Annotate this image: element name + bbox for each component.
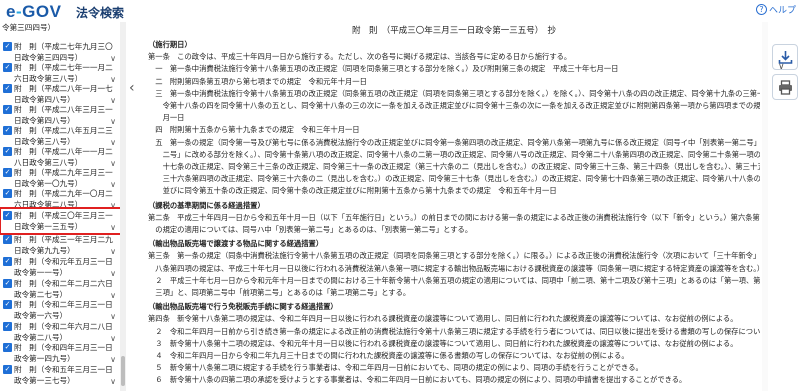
- document-line: 第二条 平成三十年四月一日から令和五年十月一日（以下「五年施行日」という。）の前…: [148, 212, 760, 222]
- sidebar-item[interactable]: ✓ 附 則（平成二八年五月二三日政令第三八号） ∨: [2, 125, 120, 147]
- sidebar-item[interactable]: ✓ 附 則（令和四年三月三一日政令第一四九号） ∨: [2, 342, 120, 364]
- checkbox-icon[interactable]: ✓: [3, 42, 12, 51]
- sidebar-item[interactable]: ✓ 附 則（平成三一年三月二九日政令第九九号） ∨: [2, 234, 120, 256]
- document-line: 五 第一条の規定（同令第一号及び第七号に係る消費税法施行令の改正規定並びに同令第…: [148, 137, 760, 147]
- document-line: 二号」に改める部分を除く。）、同令第十条第八項の改正規定、同令第十八条の二第一項…: [148, 149, 760, 159]
- document-line: 三 第一条中消費税法施行令第十八条第五項の改正規定（同条第五項の改正規定（同項を…: [148, 88, 760, 98]
- section-heading: （施行期日）: [148, 40, 192, 49]
- checkbox-icon[interactable]: ✓: [3, 257, 12, 266]
- checkbox-icon[interactable]: ✓: [3, 300, 12, 309]
- sidebar-item-label: 附 則（平成二九年三月三一日政令第一〇九号）: [14, 168, 113, 188]
- section-heading: （輸出物品販売場で譲渡する物品に関する経過措置）: [148, 239, 324, 249]
- document-line: 三十六条第四項の改正規定、同令第三十六条の二（見出しを含む。）の改正規定、同令第…: [148, 174, 760, 184]
- checkbox-icon[interactable]: ✓: [3, 322, 12, 331]
- document-line: ３ 新令第十八条第十二項の規定は、令和元年十月一日以後に行われる課税資産の譲渡等…: [148, 338, 738, 348]
- checkbox-icon[interactable]: ✓: [3, 168, 12, 177]
- document-line: 四 附則第十五条から第十九条までの規定 令和三年十月一日: [148, 125, 360, 135]
- document-line: 並びに同令第五十条の改正規定、同令第十条の改正規定並びに附則第十五条から第十九条…: [148, 186, 557, 196]
- sidebar-item-label: 附 則（平成二八年五月二三日政令第三八号）: [14, 126, 113, 146]
- document-line: 十七条の改正規定、同令第三十三条の改正規定、同令第三十一条の改正規定（第三十六条…: [162, 162, 760, 171]
- checkbox-icon[interactable]: ✓: [3, 84, 12, 93]
- sidebar-item-label: 附 則（平成二九年一〇月二六日政令第二八号）: [14, 189, 113, 209]
- checkbox-icon[interactable]: ✓: [3, 105, 12, 114]
- sidebar-scrollbar[interactable]: [120, 22, 126, 391]
- sidebar-item[interactable]: ✓ 附 則（令和二年六月二八日政令第二八号） ∨: [2, 321, 120, 343]
- sidebar-item[interactable]: ✓ 附 則（令和元年五月三一日政令第一一号） ∨: [2, 256, 120, 278]
- sidebar-item[interactable]: ✓ 附 則（平成二九年三月三一日政令第一〇九号） ∨: [2, 167, 120, 189]
- checkbox-icon[interactable]: ✓: [3, 63, 12, 72]
- sidebar-toc: 令第三四四号） ✓ 附 則（平成二七年九月三〇日政令第三四四号） ∨ ✓ 附 則（平成二…: [0, 22, 126, 391]
- download-button[interactable]: [772, 44, 798, 70]
- sidebar-scroll-thumb[interactable]: [121, 356, 125, 386]
- checkbox-icon[interactable]: ✓: [3, 147, 12, 156]
- document-body: 附 則 （平成三〇年三月三一日政令第一三五号） 抄 （施行期日） 第一条 この政令…: [148, 22, 760, 391]
- sidebar-item-label: 附 則（令和四年三月三一日政令第一四九号）: [14, 343, 113, 363]
- sidebar-item-label: 附 則（令和二年三月三一日政令第一六号）: [14, 300, 113, 320]
- document-line: ２ 令和二年四月一日前から引き続き第一条の規定による改正前の消費税法施行令第十八…: [155, 326, 760, 336]
- document-line: 八条第四項の規定は、平成三十年七月一日以後に行われる消費税法第八条第一項に規定す…: [155, 263, 760, 273]
- checkbox-icon[interactable]: ✓: [3, 189, 12, 198]
- sidebar-item[interactable]: ✓ 附 則（平成二九年一〇月二六日政令第二八号） ∨: [2, 188, 120, 210]
- document-line: ２ 平成三十年七月一日から令和元年十月一日までの間における三十年新令第十八条第五…: [148, 275, 760, 285]
- document-line: ４ 令和二年四月一日から令和二年九月三十日までの間に行われた課税資産の譲渡等に係…: [148, 351, 629, 360]
- sidebar-item[interactable]: ✓ 附 則（平成二八年一一月二八日政令第三八号） ∨: [2, 146, 120, 168]
- document-line: 三項」と、同項第二号中「前項第二号」とあるのは「第二項第二号」とする。: [148, 288, 411, 297]
- sidebar-item[interactable]: ✓ 附 則（平成三〇年三月三一日政令第一三五号） ∨: [0, 207, 123, 235]
- chevron-down-icon[interactable]: ∨: [778, 62, 785, 72]
- document-line: 二 附則第四条第五項から第七項までの規定 令和元年十月一日: [148, 76, 367, 86]
- help-link[interactable]: ? ヘルプ: [755, 3, 796, 16]
- site-title: 法令検索: [76, 6, 125, 20]
- sidebar-item-label: 附 則（令和二年二月二六日政令第二七号）: [14, 279, 113, 299]
- help-label: ヘルプ: [768, 6, 796, 16]
- sidebar-item-partial: 令第三四四号）: [2, 23, 56, 32]
- egov-logo[interactable]: e-GOV: [6, 2, 61, 22]
- document-line: ６ 新令第十八条の四第二項の承認を受けようとする事業者は、令和二年四月一日前にお…: [148, 375, 687, 385]
- sidebar-item-label: 附 則（平成二八年一月一七日政令第四八号）: [14, 84, 113, 104]
- document-line: ５ 新令第十八条第二項に規定する手続を行う事業者は、令和二年四月一日前においても…: [148, 363, 643, 373]
- checkbox-icon[interactable]: ✓: [3, 211, 12, 220]
- document-scrollbar[interactable]: [762, 22, 768, 391]
- sidebar-item-label: 附 則（令和二年六月二八日政令第二八号）: [14, 322, 113, 342]
- sidebar-item[interactable]: ✓ 附 則（令和二年二月二六日政令第二七号） ∨: [2, 278, 120, 300]
- sidebar-item-label: 附 則（令和元年五月三一日政令第一一号）: [14, 257, 113, 277]
- sidebar-item-label: 附 則（平成三〇年三月三一日政令第一三五号）: [14, 211, 113, 231]
- sidebar-item[interactable]: ✓ 附 則（平成二八年一月一七日政令第四八号） ∨: [2, 83, 120, 105]
- sidebar-item[interactable]: ✓ 附 則（平成二八年三月三一日政令第四八号） ∨: [2, 104, 120, 126]
- document-line: 月一日: [148, 113, 185, 123]
- checkbox-icon[interactable]: ✓: [3, 235, 12, 244]
- sidebar-item[interactable]: ✓ 附 則（令和二年三月三一日政令第一六号） ∨: [2, 299, 120, 321]
- print-icon: [779, 80, 792, 95]
- document-line: の規定の適用については、同号ハ中「別表第一第二号」とあるのは、「別表第一第二号」…: [148, 225, 473, 234]
- print-button[interactable]: [772, 74, 798, 100]
- help-icon: ?: [755, 4, 767, 15]
- section-heading: （輸出物品販売場で行う免税販売手続に関する経過措置）: [148, 302, 338, 312]
- sidebar-item-label: 附 則（平成二八年三月三一日政令第四八号）: [14, 105, 113, 125]
- document-line: 第一条 この政令は、平成三十年四月一日から施行する。ただし、次の各号に掲げる規定…: [148, 52, 572, 62]
- chevron-down-icon[interactable]: ∨: [110, 376, 116, 387]
- section-heading: （課税の基準期間に係る経過措置）: [148, 200, 265, 210]
- document-line: 令第十八条の四を同令第十八条の五とし、同令第十八条の三の次に一条を加える改正規定…: [148, 101, 760, 110]
- sidebar-item-label: 附 則（平成二八年一一月二八日政令第三八号）: [14, 147, 113, 167]
- sidebar-item[interactable]: ✓ 附 則（平成二七年一一月二六日政令第三八号） ∨: [2, 62, 120, 84]
- document-line: 第四条 新令第十八条第二項の規定は、令和二年四月一日以後に行われる課税資産の譲渡…: [148, 314, 738, 324]
- document-title: 附 則 （平成三〇年三月三一日政令第一三五号） 抄: [351, 26, 556, 36]
- collapse-sidebar-icon[interactable]: ‹: [129, 80, 135, 96]
- checkbox-icon[interactable]: ✓: [3, 343, 12, 352]
- checkbox-icon[interactable]: ✓: [3, 279, 12, 288]
- sidebar-item[interactable]: ✓ 附 則（平成二七年九月三〇日政令第三四四号） ∨: [2, 41, 120, 63]
- checkbox-icon[interactable]: ✓: [3, 365, 12, 374]
- checkbox-icon[interactable]: ✓: [3, 126, 12, 135]
- sidebar-item-label: 附 則（平成三一年三月二九日政令第九九号）: [14, 235, 113, 255]
- document-line: 第三条 第一条の規定（同条中消費税法施行令第十八条第五項の改正規定（同項を同条第…: [148, 251, 760, 261]
- chevron-down-icon[interactable]: ∨: [110, 222, 116, 233]
- sidebar-item[interactable]: ✓ 附 則（令和五年三月三一日政令第一三七号） ∨: [2, 364, 120, 386]
- sidebar-item-label: 附 則（平成二七年一一月二六日政令第三八号）: [14, 63, 113, 83]
- sidebar-item-label: 附 則（令和五年三月三一日政令第一三七号）: [14, 365, 113, 385]
- sidebar-item-label: 附 則（平成二七年九月三〇日政令第三四四号）: [14, 42, 113, 62]
- document-line: 一 第一条中消費税法施行令第十八条第五項の改正規定（同項を同条第三項とする部分を…: [148, 64, 619, 74]
- header: e-GOV 法令検索 ? ヘルプ: [0, 0, 800, 22]
